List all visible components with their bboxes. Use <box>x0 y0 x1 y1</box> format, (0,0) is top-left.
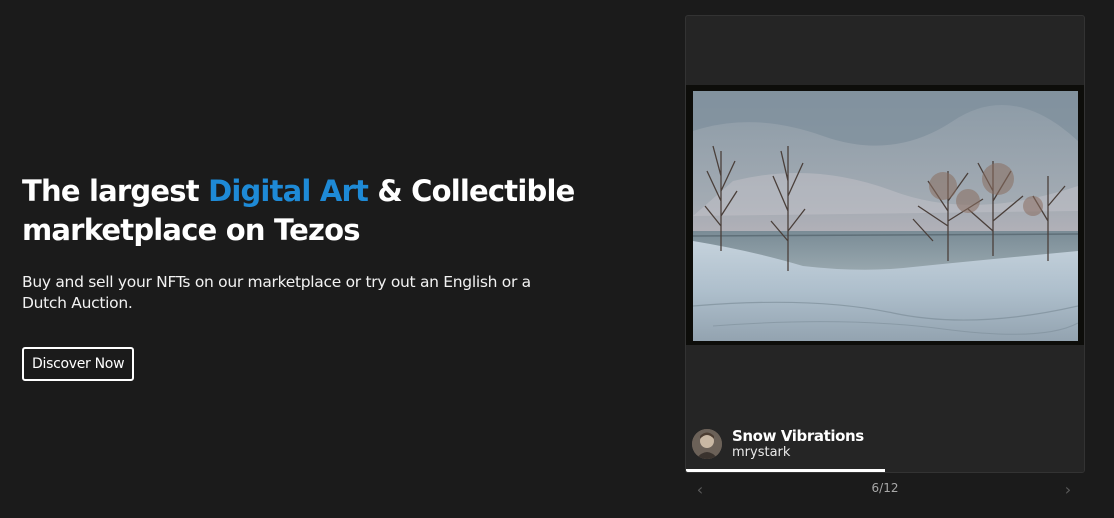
slide-progress-bar <box>686 469 1084 472</box>
slide-progress-fill <box>686 469 885 472</box>
artwork-snow-landscape <box>693 91 1078 341</box>
hero-title-start: The largest <box>22 174 209 208</box>
hero-title: The largest Digital Art & Collectible ma… <box>22 172 622 250</box>
hero-subtitle: Buy and sell your NFTs on our marketplac… <box>22 273 531 312</box>
hero-section: The largest Digital Art & Collectible ma… <box>22 172 622 314</box>
discover-now-button[interactable]: Discover Now <box>22 347 135 381</box>
artwork-text: Snow Vibrations mrystark <box>732 427 864 461</box>
slide-counter: 6/12 <box>871 481 899 495</box>
artist-name[interactable]: mrystark <box>732 445 864 461</box>
artwork-image[interactable] <box>686 85 1084 345</box>
chevron-right-icon[interactable]: › <box>1053 478 1083 500</box>
artwork-meta: Snow Vibrations mrystark <box>692 427 864 461</box>
hero-title-accent: Digital Art <box>208 174 369 208</box>
artist-avatar[interactable] <box>692 429 722 459</box>
featured-artwork-card[interactable]: Snow Vibrations mrystark <box>685 15 1085 473</box>
avatar-portrait-icon <box>692 429 722 459</box>
carousel-pager: ‹ 6/12 › <box>685 478 1085 500</box>
artwork-title[interactable]: Snow Vibrations <box>732 427 864 445</box>
